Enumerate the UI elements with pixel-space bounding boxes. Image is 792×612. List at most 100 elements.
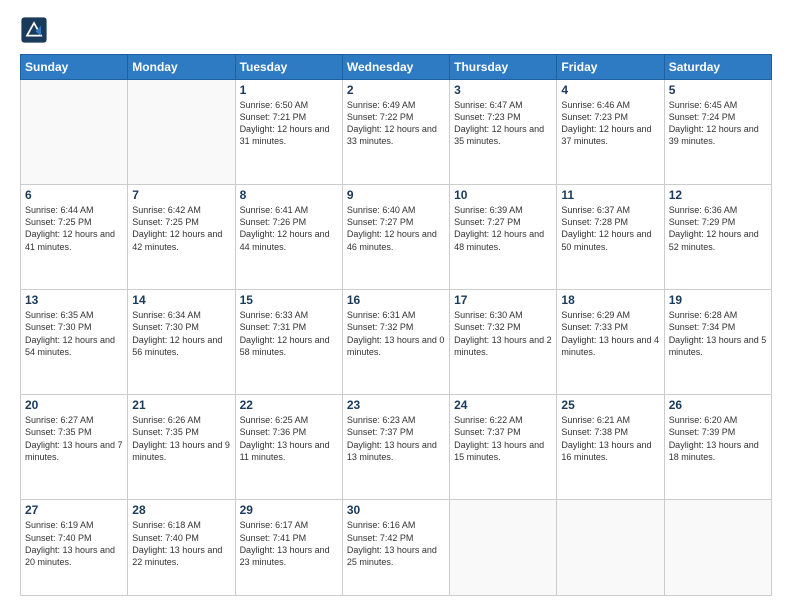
logo-icon <box>20 16 48 44</box>
cell-info: Sunrise: 6:26 AM Sunset: 7:35 PM Dayligh… <box>132 414 230 463</box>
calendar-cell: 16 Sunrise: 6:31 AM Sunset: 7:32 PM Dayli… <box>342 290 449 395</box>
calendar-cell <box>128 80 235 185</box>
day-number: 12 <box>669 188 767 202</box>
cell-info: Sunrise: 6:20 AM Sunset: 7:39 PM Dayligh… <box>669 414 767 463</box>
calendar-cell <box>21 80 128 185</box>
day-number: 14 <box>132 293 230 307</box>
calendar-cell: 5 Sunrise: 6:45 AM Sunset: 7:24 PM Daylig… <box>664 80 771 185</box>
day-number: 11 <box>561 188 659 202</box>
logo <box>20 16 52 44</box>
calendar-cell <box>557 500 664 596</box>
day-number: 25 <box>561 398 659 412</box>
calendar: SundayMondayTuesdayWednesdayThursdayFrid… <box>20 54 772 596</box>
cell-info: Sunrise: 6:37 AM Sunset: 7:28 PM Dayligh… <box>561 204 659 253</box>
cell-info: Sunrise: 6:44 AM Sunset: 7:25 PM Dayligh… <box>25 204 123 253</box>
cell-info: Sunrise: 6:27 AM Sunset: 7:35 PM Dayligh… <box>25 414 123 463</box>
day-number: 3 <box>454 83 552 97</box>
cell-info: Sunrise: 6:31 AM Sunset: 7:32 PM Dayligh… <box>347 309 445 358</box>
cell-info: Sunrise: 6:49 AM Sunset: 7:22 PM Dayligh… <box>347 99 445 148</box>
calendar-cell: 3 Sunrise: 6:47 AM Sunset: 7:23 PM Daylig… <box>450 80 557 185</box>
calendar-cell: 18Sunrise: 6:29 AM Sunset: 7:33 PM Dayli… <box>557 290 664 395</box>
calendar-cell: 17 Sunrise: 6:30 AM Sunset: 7:32 PM Dayli… <box>450 290 557 395</box>
cell-info: Sunrise: 6:39 AM Sunset: 7:27 PM Dayligh… <box>454 204 552 253</box>
cell-info: Sunrise: 6:30 AM Sunset: 7:32 PM Dayligh… <box>454 309 552 358</box>
calendar-week-2: 6 Sunrise: 6:44 AM Sunset: 7:25 PM Daylig… <box>21 185 772 290</box>
header <box>20 16 772 44</box>
day-number: 2 <box>347 83 445 97</box>
calendar-cell <box>450 500 557 596</box>
day-number: 10 <box>454 188 552 202</box>
calendar-cell: 19Sunrise: 6:28 AM Sunset: 7:34 PM Dayli… <box>664 290 771 395</box>
calendar-cell: 30 Sunrise: 6:16 AM Sunset: 7:42 PM Dayli… <box>342 500 449 596</box>
day-number: 16 <box>347 293 445 307</box>
calendar-week-3: 13Sunrise: 6:35 AM Sunset: 7:30 PM Dayli… <box>21 290 772 395</box>
day-number: 9 <box>347 188 445 202</box>
calendar-cell: 28 Sunrise: 6:18 AM Sunset: 7:40 PM Dayli… <box>128 500 235 596</box>
cell-info: Sunrise: 6:46 AM Sunset: 7:23 PM Dayligh… <box>561 99 659 148</box>
cell-info: Sunrise: 6:41 AM Sunset: 7:26 PM Dayligh… <box>240 204 338 253</box>
calendar-cell: 25 Sunrise: 6:21 AM Sunset: 7:38 PM Dayli… <box>557 395 664 500</box>
calendar-cell: 7Sunrise: 6:42 AM Sunset: 7:25 PM Daylig… <box>128 185 235 290</box>
cell-info: Sunrise: 6:29 AM Sunset: 7:33 PM Dayligh… <box>561 309 659 358</box>
calendar-cell: 15Sunrise: 6:33 AM Sunset: 7:31 PM Dayli… <box>235 290 342 395</box>
calendar-cell: 13Sunrise: 6:35 AM Sunset: 7:30 PM Dayli… <box>21 290 128 395</box>
calendar-week-5: 27 Sunrise: 6:19 AM Sunset: 7:40 PM Dayli… <box>21 500 772 596</box>
cell-info: Sunrise: 6:25 AM Sunset: 7:36 PM Dayligh… <box>240 414 338 463</box>
calendar-cell: 6 Sunrise: 6:44 AM Sunset: 7:25 PM Daylig… <box>21 185 128 290</box>
cell-info: Sunrise: 6:19 AM Sunset: 7:40 PM Dayligh… <box>25 519 123 568</box>
cell-info: Sunrise: 6:42 AM Sunset: 7:25 PM Dayligh… <box>132 204 230 253</box>
calendar-week-1: 1 Sunrise: 6:50 AM Sunset: 7:21 PM Daylig… <box>21 80 772 185</box>
calendar-week-4: 20 Sunrise: 6:27 AM Sunset: 7:35 PM Dayli… <box>21 395 772 500</box>
day-number: 6 <box>25 188 123 202</box>
day-number: 28 <box>132 503 230 517</box>
page: SundayMondayTuesdayWednesdayThursdayFrid… <box>0 0 792 612</box>
calendar-cell: 14 Sunrise: 6:34 AM Sunset: 7:30 PM Dayli… <box>128 290 235 395</box>
calendar-cell: 22 Sunrise: 6:25 AM Sunset: 7:36 PM Dayli… <box>235 395 342 500</box>
cell-info: Sunrise: 6:28 AM Sunset: 7:34 PM Dayligh… <box>669 309 767 358</box>
day-number: 5 <box>669 83 767 97</box>
cell-info: Sunrise: 6:47 AM Sunset: 7:23 PM Dayligh… <box>454 99 552 148</box>
day-number: 30 <box>347 503 445 517</box>
day-number: 1 <box>240 83 338 97</box>
day-header-tuesday: Tuesday <box>235 55 342 80</box>
cell-info: Sunrise: 6:22 AM Sunset: 7:37 PM Dayligh… <box>454 414 552 463</box>
calendar-cell: 24Sunrise: 6:22 AM Sunset: 7:37 PM Dayli… <box>450 395 557 500</box>
day-number: 17 <box>454 293 552 307</box>
calendar-cell: 2 Sunrise: 6:49 AM Sunset: 7:22 PM Daylig… <box>342 80 449 185</box>
day-number: 29 <box>240 503 338 517</box>
day-header-wednesday: Wednesday <box>342 55 449 80</box>
cell-info: Sunrise: 6:16 AM Sunset: 7:42 PM Dayligh… <box>347 519 445 568</box>
cell-info: Sunrise: 6:45 AM Sunset: 7:24 PM Dayligh… <box>669 99 767 148</box>
calendar-cell: 10 Sunrise: 6:39 AM Sunset: 7:27 PM Dayli… <box>450 185 557 290</box>
calendar-cell: 23 Sunrise: 6:23 AM Sunset: 7:37 PM Dayli… <box>342 395 449 500</box>
cell-info: Sunrise: 6:36 AM Sunset: 7:29 PM Dayligh… <box>669 204 767 253</box>
day-number: 22 <box>240 398 338 412</box>
cell-info: Sunrise: 6:35 AM Sunset: 7:30 PM Dayligh… <box>25 309 123 358</box>
day-header-saturday: Saturday <box>664 55 771 80</box>
day-header-monday: Monday <box>128 55 235 80</box>
calendar-cell <box>664 500 771 596</box>
day-number: 26 <box>669 398 767 412</box>
cell-info: Sunrise: 6:50 AM Sunset: 7:21 PM Dayligh… <box>240 99 338 148</box>
cell-info: Sunrise: 6:34 AM Sunset: 7:30 PM Dayligh… <box>132 309 230 358</box>
cell-info: Sunrise: 6:18 AM Sunset: 7:40 PM Dayligh… <box>132 519 230 568</box>
cell-info: Sunrise: 6:21 AM Sunset: 7:38 PM Dayligh… <box>561 414 659 463</box>
calendar-cell: 11 Sunrise: 6:37 AM Sunset: 7:28 PM Dayli… <box>557 185 664 290</box>
calendar-cell: 21 Sunrise: 6:26 AM Sunset: 7:35 PM Dayli… <box>128 395 235 500</box>
cell-info: Sunrise: 6:40 AM Sunset: 7:27 PM Dayligh… <box>347 204 445 253</box>
day-number: 27 <box>25 503 123 517</box>
calendar-cell: 9 Sunrise: 6:40 AM Sunset: 7:27 PM Daylig… <box>342 185 449 290</box>
cell-info: Sunrise: 6:17 AM Sunset: 7:41 PM Dayligh… <box>240 519 338 568</box>
cell-info: Sunrise: 6:33 AM Sunset: 7:31 PM Dayligh… <box>240 309 338 358</box>
calendar-cell: 8 Sunrise: 6:41 AM Sunset: 7:26 PM Daylig… <box>235 185 342 290</box>
calendar-cell: 4Sunrise: 6:46 AM Sunset: 7:23 PM Daylig… <box>557 80 664 185</box>
calendar-cell: 12 Sunrise: 6:36 AM Sunset: 7:29 PM Dayli… <box>664 185 771 290</box>
day-header-thursday: Thursday <box>450 55 557 80</box>
day-number: 23 <box>347 398 445 412</box>
day-number: 20 <box>25 398 123 412</box>
day-number: 21 <box>132 398 230 412</box>
calendar-header-row: SundayMondayTuesdayWednesdayThursdayFrid… <box>21 55 772 80</box>
day-number: 8 <box>240 188 338 202</box>
calendar-cell: 27 Sunrise: 6:19 AM Sunset: 7:40 PM Dayli… <box>21 500 128 596</box>
cell-info: Sunrise: 6:23 AM Sunset: 7:37 PM Dayligh… <box>347 414 445 463</box>
